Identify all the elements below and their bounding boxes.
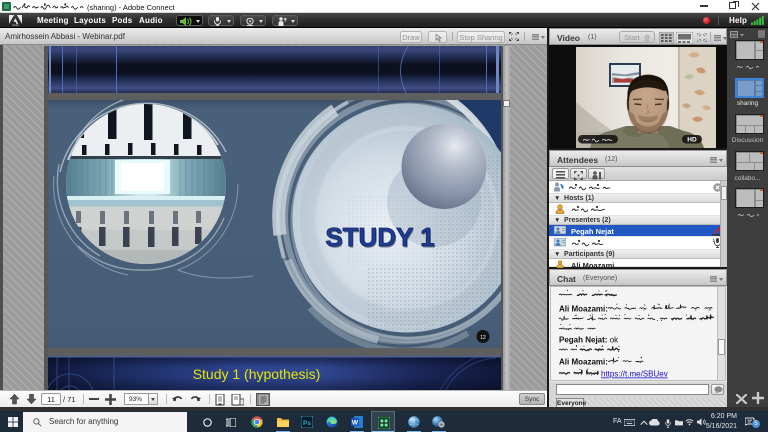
svg-text:https://t.me/SBUev: https://t.me/SBUev — [601, 369, 668, 378]
svg-text:STUDY 1: STUDY 1 — [325, 222, 434, 252]
svg-text:12: 12 — [480, 335, 486, 341]
svg-text:Pegah Nejat: ok: Pegah Nejat: ok — [559, 335, 619, 344]
svg-text:Ali Moazami:: Ali Moazami: — [559, 357, 608, 366]
svg-text:Ali Moazami:: Ali Moazami: — [559, 304, 608, 313]
svg-text:W: W — [352, 420, 359, 427]
svg-text:HD: HD — [687, 136, 697, 143]
svg-text:Ps: Ps — [303, 420, 311, 427]
svg-text:Adobe: Adobe — [12, 24, 20, 26]
